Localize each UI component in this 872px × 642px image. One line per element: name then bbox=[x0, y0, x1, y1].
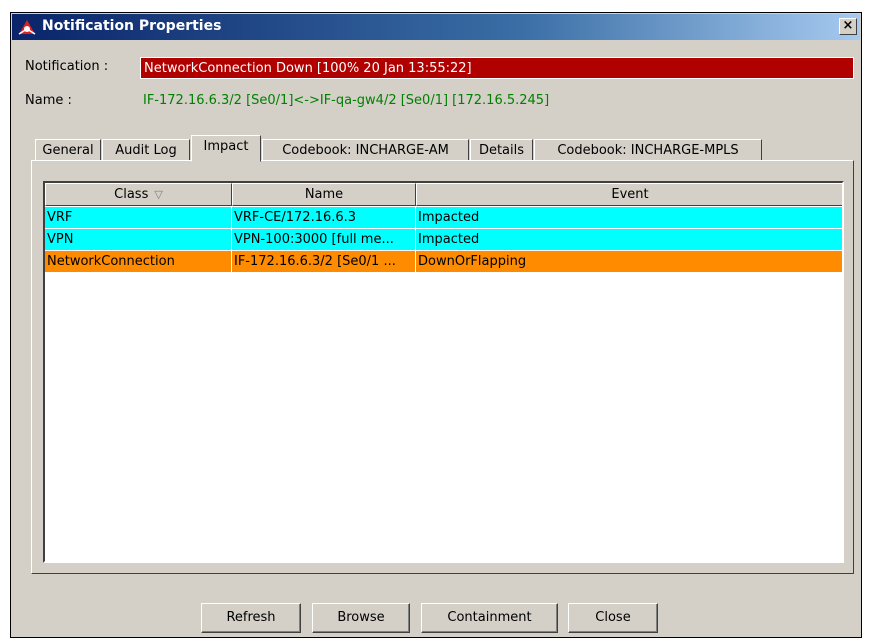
column-header-name[interactable]: Name bbox=[232, 183, 416, 206]
cell-name: VPN-100:3000 [full me... bbox=[232, 229, 416, 250]
table-header: Class ▽ Name Event bbox=[45, 183, 842, 206]
sort-descending-icon: ▽ bbox=[154, 188, 163, 201]
tab-audit-log[interactable]: Audit Log bbox=[102, 139, 190, 161]
cell-name: VRF-CE/172.16.6.3 bbox=[232, 207, 416, 228]
table-row[interactable]: NetworkConnection IF-172.16.6.3/2 [Se0/1… bbox=[45, 251, 842, 272]
cell-event: Impacted bbox=[418, 232, 480, 247]
close-icon: × bbox=[842, 18, 854, 33]
tab-general[interactable]: General bbox=[35, 139, 101, 161]
column-header-class[interactable]: Class ▽ bbox=[45, 183, 232, 206]
table-row[interactable]: VPN VPN-100:3000 [full me... Impacted bbox=[45, 229, 842, 250]
notification-properties-dialog: Notification Properties × Notification :… bbox=[10, 12, 862, 638]
window-title: Notification Properties bbox=[42, 18, 222, 34]
notification-label: Notification : bbox=[25, 59, 109, 74]
cell-class: VRF bbox=[45, 207, 232, 228]
impact-table[interactable]: Class ▽ Name Event VRF VRF-CE/172.16.6.3 … bbox=[43, 181, 844, 563]
button-bar: Refresh Browse Containment Close bbox=[11, 603, 863, 635]
browse-button[interactable]: Browse bbox=[312, 603, 410, 633]
tab-details[interactable]: Details bbox=[470, 139, 533, 161]
cell-event: Impacted bbox=[418, 210, 480, 225]
name-label: Name : bbox=[25, 93, 72, 108]
refresh-button[interactable]: Refresh bbox=[201, 603, 301, 633]
cell-class: VPN bbox=[45, 229, 232, 250]
cell-name: IF-172.16.6.3/2 [Se0/1 ... bbox=[232, 251, 416, 272]
column-header-event[interactable]: Event bbox=[416, 183, 842, 206]
tab-codebook-incharge-am[interactable]: Codebook: INCHARGE-AM bbox=[262, 139, 469, 161]
table-row[interactable]: VRF VRF-CE/172.16.6.3 Impacted bbox=[45, 207, 842, 228]
name-value: IF-172.16.6.3/2 [Se0/1]<->IF-qa-gw4/2 [S… bbox=[143, 93, 550, 108]
containment-button[interactable]: Containment bbox=[421, 603, 558, 633]
tab-codebook-incharge-mpls[interactable]: Codebook: INCHARGE-MPLS bbox=[534, 139, 762, 161]
tab-impact[interactable]: Impact bbox=[191, 135, 261, 162]
title-bar[interactable]: Notification Properties × bbox=[12, 14, 860, 40]
notification-value: NetworkConnection Down [100% 20 Jan 13:5… bbox=[140, 57, 854, 79]
cell-event: DownOrFlapping bbox=[418, 254, 527, 269]
impact-panel: Class ▽ Name Event VRF VRF-CE/172.16.6.3 … bbox=[31, 160, 854, 574]
app-logo-icon bbox=[18, 20, 36, 35]
cell-class: NetworkConnection bbox=[45, 251, 232, 272]
close-window-button[interactable]: × bbox=[839, 18, 857, 35]
close-button[interactable]: Close bbox=[568, 603, 658, 633]
